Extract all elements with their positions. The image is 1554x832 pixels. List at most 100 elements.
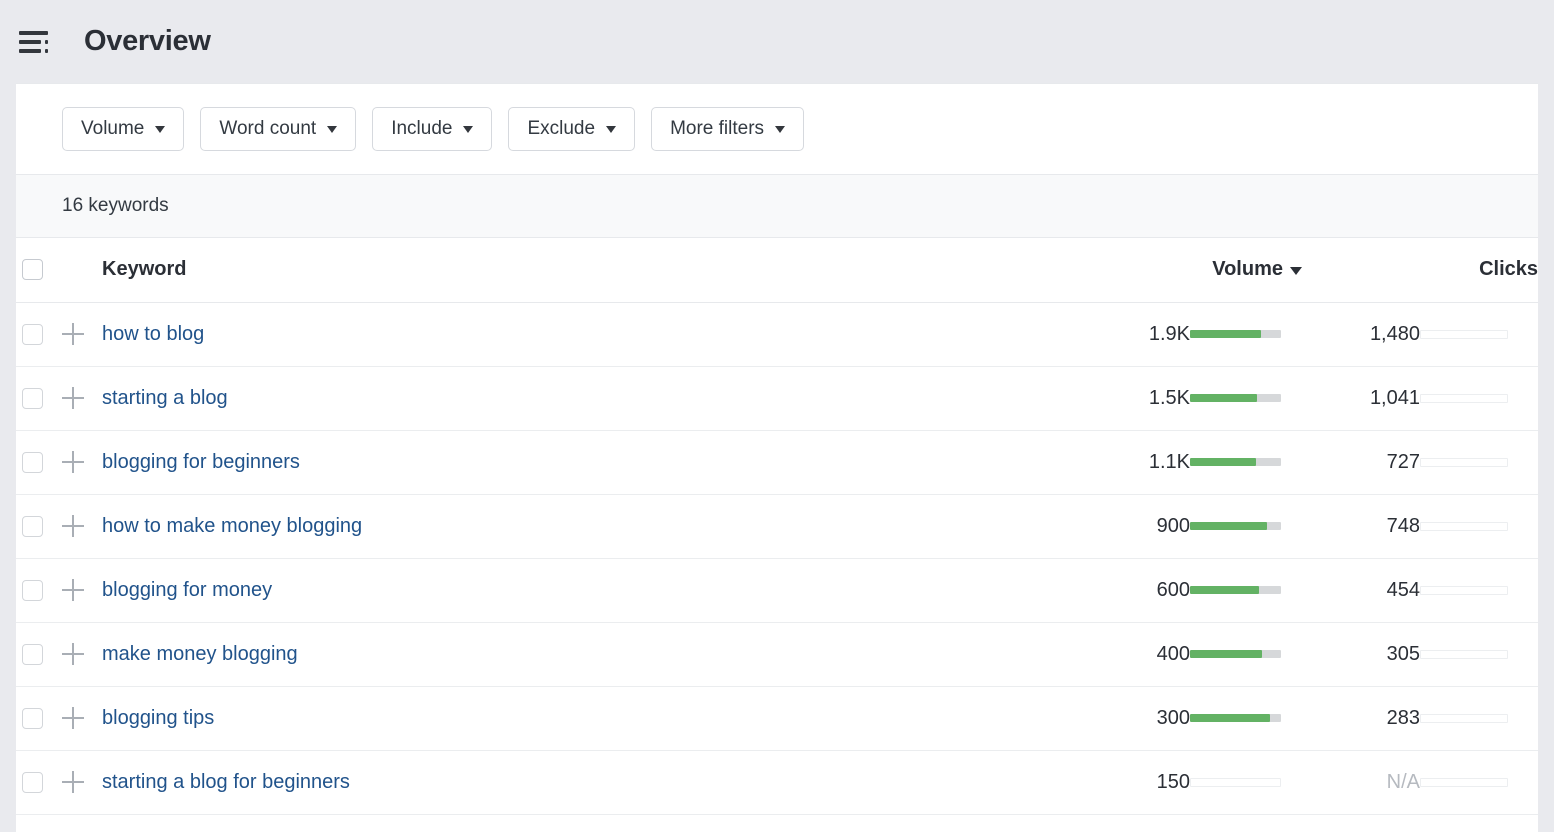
row-add-cell bbox=[62, 750, 102, 814]
plus-icon[interactable] bbox=[62, 579, 84, 601]
plus-icon[interactable] bbox=[62, 771, 84, 793]
table-row: blogging for beginners1.1K727 bbox=[16, 430, 1538, 494]
table-row: make money blogging400305 bbox=[16, 622, 1538, 686]
row-add-cell bbox=[62, 622, 102, 686]
chevron-down-icon bbox=[775, 126, 785, 133]
menu-bar-row-3 bbox=[19, 49, 48, 53]
plus-icon[interactable] bbox=[62, 451, 84, 473]
row-clicks-value: 1,041 bbox=[1302, 366, 1420, 430]
keyword-link[interactable]: blogging tips bbox=[102, 707, 214, 729]
column-header-volume-label: Volume bbox=[1212, 258, 1283, 281]
row-volume-value: 300 bbox=[1070, 686, 1190, 750]
keyword-link[interactable]: blogging for money bbox=[102, 579, 272, 601]
row-volume-bar-cell bbox=[1190, 430, 1302, 494]
menu-bar-row-2 bbox=[19, 40, 48, 44]
volume-bar-track bbox=[1190, 650, 1281, 658]
volume-bar-fill bbox=[1190, 330, 1261, 338]
column-header-keyword[interactable]: Keyword bbox=[102, 238, 1070, 302]
keyword-link[interactable]: starting a blog for beginners bbox=[102, 771, 350, 793]
clicks-bar-track bbox=[1420, 330, 1508, 339]
volume-bar-fill bbox=[1190, 522, 1267, 530]
plus-icon[interactable] bbox=[62, 387, 84, 409]
keyword-link[interactable]: how to blog bbox=[102, 323, 204, 345]
keyword-count-bar: 16 keywords bbox=[16, 175, 1538, 238]
row-checkbox[interactable] bbox=[22, 324, 43, 345]
plus-icon[interactable] bbox=[62, 707, 84, 729]
row-checkbox-cell bbox=[16, 686, 62, 750]
column-header-clicks-label: Clicks bbox=[1479, 258, 1538, 281]
row-keyword-cell: how to blog bbox=[102, 302, 1070, 366]
row-checkbox-cell bbox=[16, 622, 62, 686]
chevron-down-icon bbox=[327, 126, 337, 133]
volume-bar-fill bbox=[1190, 650, 1262, 658]
column-header-clicks[interactable]: Clicks bbox=[1302, 238, 1538, 302]
keyword-link[interactable]: blogging for beginners bbox=[102, 451, 300, 473]
page-title: Overview bbox=[84, 27, 211, 56]
column-header-keyword-label: Keyword bbox=[102, 258, 186, 280]
keyword-link[interactable]: make money blogging bbox=[102, 643, 298, 665]
row-checkbox[interactable] bbox=[22, 388, 43, 409]
row-add-cell bbox=[62, 686, 102, 750]
row-clicks-bar-cell bbox=[1420, 494, 1538, 558]
volume-bar-track bbox=[1190, 458, 1281, 466]
row-keyword-cell: blogging for beginners bbox=[102, 430, 1070, 494]
filter-include-button[interactable]: Include bbox=[372, 107, 492, 151]
menu-bar bbox=[19, 31, 48, 35]
row-add-cell bbox=[62, 430, 102, 494]
clicks-bar-track bbox=[1420, 650, 1508, 659]
row-volume-bar-cell bbox=[1190, 686, 1302, 750]
menu-bar bbox=[19, 49, 41, 53]
filter-exclude-button[interactable]: Exclude bbox=[508, 107, 635, 151]
row-add-cell bbox=[62, 366, 102, 430]
volume-bar-track bbox=[1190, 778, 1281, 787]
row-add-cell bbox=[62, 302, 102, 366]
row-clicks-value: 305 bbox=[1302, 622, 1420, 686]
keyword-count-label: 16 keywords bbox=[62, 195, 169, 216]
keyword-link[interactable]: starting a blog bbox=[102, 387, 228, 409]
column-header-volume[interactable]: Volume bbox=[1070, 238, 1302, 302]
plus-icon[interactable] bbox=[62, 643, 84, 665]
volume-bar-track bbox=[1190, 330, 1281, 338]
row-clicks-bar-cell bbox=[1420, 430, 1538, 494]
row-volume-bar-cell bbox=[1190, 494, 1302, 558]
row-checkbox[interactable] bbox=[22, 708, 43, 729]
filter-volume-label: Volume bbox=[81, 118, 144, 140]
filter-word-count-button[interactable]: Word count bbox=[200, 107, 356, 151]
row-checkbox[interactable] bbox=[22, 516, 43, 537]
row-volume-bar-cell bbox=[1190, 366, 1302, 430]
keywords-table: Keyword Volume Clicks how to blog1.9K1,4… bbox=[16, 238, 1538, 815]
filter-volume-button[interactable]: Volume bbox=[62, 107, 184, 151]
row-checkbox[interactable] bbox=[22, 772, 43, 793]
keyword-link[interactable]: how to make money blogging bbox=[102, 515, 362, 537]
row-checkbox[interactable] bbox=[22, 452, 43, 473]
hamburger-menu-icon[interactable] bbox=[16, 22, 56, 62]
row-add-cell bbox=[62, 494, 102, 558]
volume-bar-track bbox=[1190, 586, 1281, 594]
volume-bar-track bbox=[1190, 522, 1281, 530]
clicks-bar-track bbox=[1420, 522, 1508, 531]
row-checkbox[interactable] bbox=[22, 644, 43, 665]
menu-bar-dot bbox=[45, 40, 48, 44]
clicks-bar-track bbox=[1420, 458, 1508, 467]
row-keyword-cell: blogging for money bbox=[102, 558, 1070, 622]
row-checkbox[interactable] bbox=[22, 580, 43, 601]
filter-more-filters-button[interactable]: More filters bbox=[651, 107, 804, 151]
table-header: Keyword Volume Clicks bbox=[16, 238, 1538, 302]
plus-icon[interactable] bbox=[62, 323, 84, 345]
select-all-checkbox[interactable] bbox=[22, 259, 43, 280]
row-add-cell bbox=[62, 558, 102, 622]
plus-icon[interactable] bbox=[62, 515, 84, 537]
table-row: starting a blog 1.5K 1,041 bbox=[16, 366, 1538, 430]
row-volume-value: 600 bbox=[1070, 558, 1190, 622]
content-card: Volume Word count Include Exclude More f… bbox=[16, 83, 1538, 832]
row-keyword-cell: starting a blog bbox=[102, 366, 1070, 430]
row-clicks-value: N/A bbox=[1302, 750, 1420, 814]
volume-bar-track bbox=[1190, 714, 1281, 722]
row-volume-value: 1.5K bbox=[1070, 366, 1190, 430]
app-header: Overview bbox=[0, 0, 1554, 83]
menu-bar bbox=[19, 40, 41, 44]
row-volume-bar-cell bbox=[1190, 302, 1302, 366]
clicks-bar-track bbox=[1420, 714, 1508, 723]
row-checkbox-cell bbox=[16, 430, 62, 494]
filter-more-filters-label: More filters bbox=[670, 118, 764, 140]
